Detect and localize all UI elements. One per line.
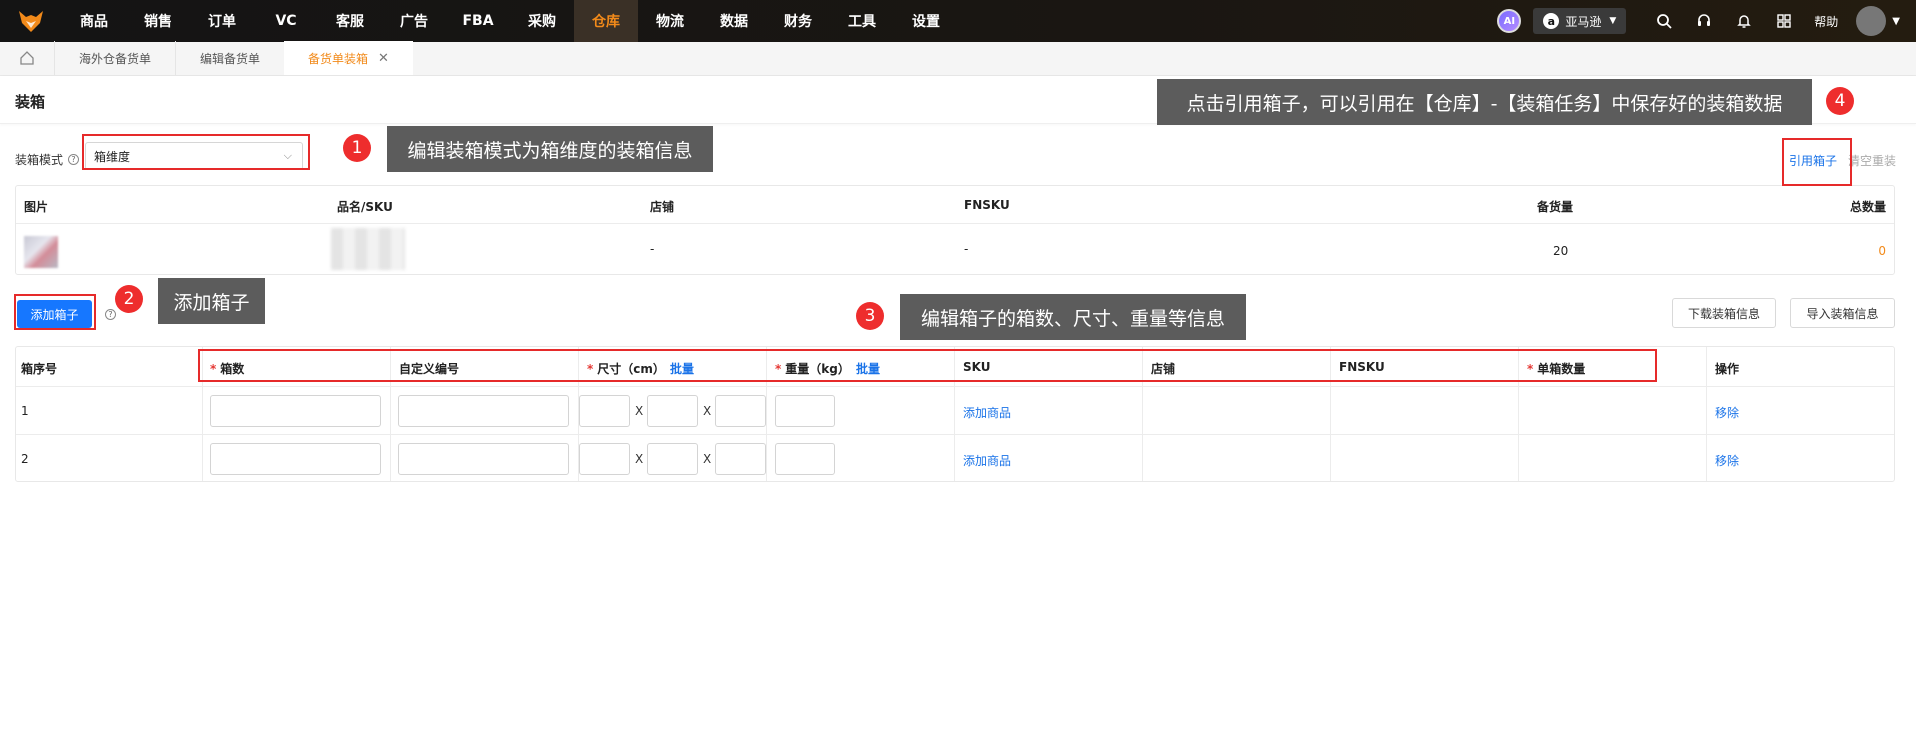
size-height-input[interactable]: [715, 395, 766, 427]
nav-item-data[interactable]: 数据: [702, 0, 766, 42]
help-link[interactable]: 帮助: [1804, 13, 1848, 30]
table-row: - - 20 0: [16, 224, 1894, 276]
nav-item-orders[interactable]: 订单: [190, 0, 254, 42]
annotation-number: 2: [115, 285, 143, 313]
table-row: 2 X X 添加商品 移除: [16, 435, 1894, 483]
weight-input[interactable]: [775, 443, 835, 475]
annotation-number: 3: [856, 302, 884, 330]
col-box-no: 箱序号: [21, 362, 58, 376]
col-fnsku: FNSKU: [964, 198, 1010, 212]
product-store: -: [650, 242, 655, 256]
box-count-input[interactable]: [210, 443, 381, 475]
remove-box-link[interactable]: 移除: [1715, 452, 1739, 469]
apps-grid-icon[interactable]: [1764, 0, 1804, 42]
col-image: 图片: [24, 200, 49, 214]
tab-label: 备货单装箱: [308, 51, 369, 66]
page-title: 装箱: [15, 93, 46, 111]
avatar[interactable]: [1856, 6, 1887, 36]
nav-item-fba[interactable]: FBA: [446, 0, 510, 42]
annotation-tooltip: 添加箱子: [158, 278, 265, 324]
size-separator: X: [635, 404, 644, 418]
product-table: 图片 品名/SKU 店铺 FNSKU 备货量 总数量 - - 20 0: [15, 185, 1895, 275]
top-nav: 商品 销售 订单 VC 客服 广告 FBA 采购 仓库 物流 数据 财务 工具 …: [0, 0, 1916, 42]
user-menu-caret-icon[interactable]: ▼: [1892, 16, 1900, 27]
annotation-number: 4: [1826, 87, 1854, 115]
logo-fox-icon[interactable]: [0, 0, 62, 42]
home-icon[interactable]: [0, 41, 54, 75]
nav-item-warehouse[interactable]: 仓库: [574, 0, 638, 42]
annotation-tooltip: 编辑装箱模式为箱维度的装箱信息: [387, 126, 713, 172]
import-packing-button[interactable]: 导入装箱信息: [1790, 298, 1895, 328]
product-image: [24, 236, 58, 268]
tab-edit-stock-order[interactable]: 编辑备货单: [175, 41, 284, 75]
size-length-input[interactable]: [579, 443, 630, 475]
nav-item-sales[interactable]: 销售: [126, 0, 190, 42]
annotation-tooltip: 点击引用箱子，可以引用在【仓库】-【装箱任务】中保存好的装箱数据: [1157, 79, 1812, 125]
weight-input[interactable]: [775, 395, 835, 427]
help-icon[interactable]: ?: [105, 309, 116, 320]
tab-label: 编辑备货单: [200, 51, 261, 66]
caret-down-icon: ▼: [1609, 16, 1617, 26]
size-separator: X: [703, 452, 712, 466]
page-tabs: 海外仓备货单 编辑备货单 备货单装箱 ✕: [0, 41, 1916, 76]
size-separator: X: [703, 404, 712, 418]
download-packing-button[interactable]: 下载装箱信息: [1672, 298, 1776, 328]
nav-item-finance[interactable]: 财务: [766, 0, 830, 42]
nav-item-settings[interactable]: 设置: [894, 0, 958, 42]
product-stock-qty: 20: [1553, 244, 1569, 258]
tab-stock-order-packing[interactable]: 备货单装箱 ✕: [284, 41, 413, 75]
nav-item-purchase[interactable]: 采购: [510, 0, 574, 42]
custom-code-input[interactable]: [398, 443, 569, 475]
col-stock-qty: 备货量: [1537, 200, 1574, 214]
size-width-input[interactable]: [647, 443, 698, 475]
col-name-sku: 品名/SKU: [337, 200, 393, 214]
add-product-link[interactable]: 添加商品: [963, 404, 1011, 421]
remove-box-link[interactable]: 移除: [1715, 404, 1739, 421]
size-width-input[interactable]: [647, 395, 698, 427]
store-selector-label: 亚马逊: [1565, 14, 1602, 29]
custom-code-input[interactable]: [398, 395, 569, 427]
box-no: 2: [21, 452, 29, 466]
annotation-highlight-reference-box: [1782, 138, 1852, 186]
headset-icon[interactable]: [1684, 0, 1724, 42]
nav-item-tools[interactable]: 工具: [830, 0, 894, 42]
product-total-qty: 0: [1878, 244, 1886, 258]
size-length-input[interactable]: [579, 395, 630, 427]
nav-item-vc[interactable]: VC: [254, 0, 318, 42]
size-height-input[interactable]: [715, 443, 766, 475]
nav-item-logistics[interactable]: 物流: [638, 0, 702, 42]
product-name-sku-blurred: [331, 228, 405, 270]
box-count-input[interactable]: [210, 395, 381, 427]
col-store: 店铺: [650, 200, 675, 214]
annotation-number: 1: [343, 134, 371, 162]
packing-mode-label: 装箱模式 ?: [15, 151, 80, 168]
tab-label: 海外仓备货单: [79, 51, 152, 66]
col-total-qty: 总数量: [1849, 200, 1886, 214]
box-no: 1: [21, 404, 29, 418]
product-fnsku: -: [964, 242, 969, 256]
annotation-highlight-add-box: [14, 294, 96, 330]
store-selector[interactable]: a 亚马逊 ▼: [1533, 8, 1627, 34]
table-row: 1 X X 添加商品 移除: [16, 387, 1894, 435]
nav-item-customer-service[interactable]: 客服: [318, 0, 382, 42]
size-separator: X: [635, 452, 644, 466]
product-table-header: 图片 品名/SKU 店铺 FNSKU 备货量 总数量: [16, 186, 1894, 224]
annotation-highlight-box-fields: [198, 349, 1657, 382]
annotation-highlight-mode: [82, 134, 310, 170]
search-icon[interactable]: [1644, 0, 1684, 42]
clear-repack-link[interactable]: 清空重装: [1848, 152, 1896, 169]
tab-overseas-stock-order[interactable]: 海外仓备货单: [54, 41, 175, 75]
amazon-icon: a: [1543, 13, 1560, 29]
ai-assistant-button[interactable]: AI: [1497, 9, 1522, 33]
nav-item-ads[interactable]: 广告: [382, 0, 446, 42]
close-icon[interactable]: ✕: [378, 51, 389, 66]
help-icon[interactable]: ?: [68, 154, 80, 165]
add-product-link[interactable]: 添加商品: [963, 452, 1011, 469]
nav-item-products[interactable]: 商品: [62, 0, 126, 42]
bell-icon[interactable]: [1724, 0, 1764, 42]
col-operation: 操作: [1715, 362, 1740, 376]
annotation-tooltip: 编辑箱子的箱数、尺寸、重量等信息: [900, 294, 1246, 340]
packing-mode-label-text: 装箱模式: [15, 153, 64, 167]
